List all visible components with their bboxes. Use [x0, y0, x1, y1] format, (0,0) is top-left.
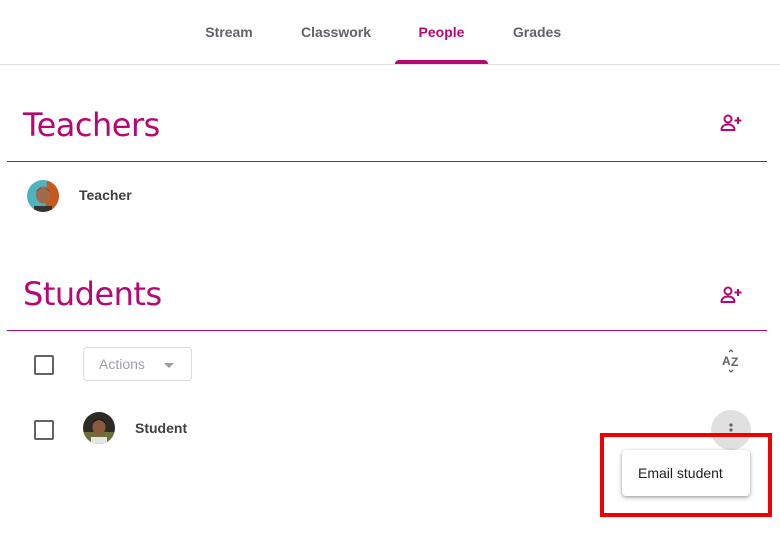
tab-stream[interactable]: Stream — [196, 0, 262, 64]
highlight-box — [600, 433, 772, 517]
tab-people[interactable]: People — [395, 0, 488, 64]
sort-button[interactable]: A Z — [715, 345, 747, 377]
teachers-heading: Teachers — [23, 106, 160, 144]
teacher-name: Teacher — [79, 187, 132, 203]
tab-grades-label: Grades — [512, 24, 562, 40]
teachers-divider — [7, 161, 767, 162]
student-avatar — [83, 412, 115, 444]
tab-classwork-label: Classwork — [300, 24, 372, 40]
tab-people-label: People — [418, 24, 465, 40]
teacher-avatar — [27, 180, 59, 212]
student-row-checkbox[interactable] — [34, 420, 54, 440]
person-add-icon — [720, 114, 742, 131]
students-divider — [7, 330, 767, 331]
invite-teacher-button[interactable] — [715, 107, 747, 139]
tab-classwork[interactable]: Classwork — [292, 0, 380, 64]
tab-stream-label: Stream — [205, 24, 253, 40]
actions-dropdown[interactable]: Actions — [83, 347, 192, 381]
students-heading: Students — [23, 275, 162, 313]
svg-text:Z: Z — [731, 355, 738, 369]
svg-text:A: A — [722, 354, 731, 368]
active-tab-indicator — [395, 60, 488, 64]
sort-az-icon: A Z — [722, 349, 738, 373]
invite-student-button[interactable] — [715, 279, 747, 311]
select-all-checkbox[interactable] — [34, 355, 54, 375]
person-add-icon — [720, 286, 742, 303]
dropdown-arrow-icon — [164, 363, 174, 368]
student-name: Student — [135, 420, 188, 436]
actions-label: Actions — [99, 356, 145, 372]
tab-grades[interactable]: Grades — [503, 0, 571, 64]
top-navigation: Stream Classwork People Grades — [0, 0, 780, 65]
